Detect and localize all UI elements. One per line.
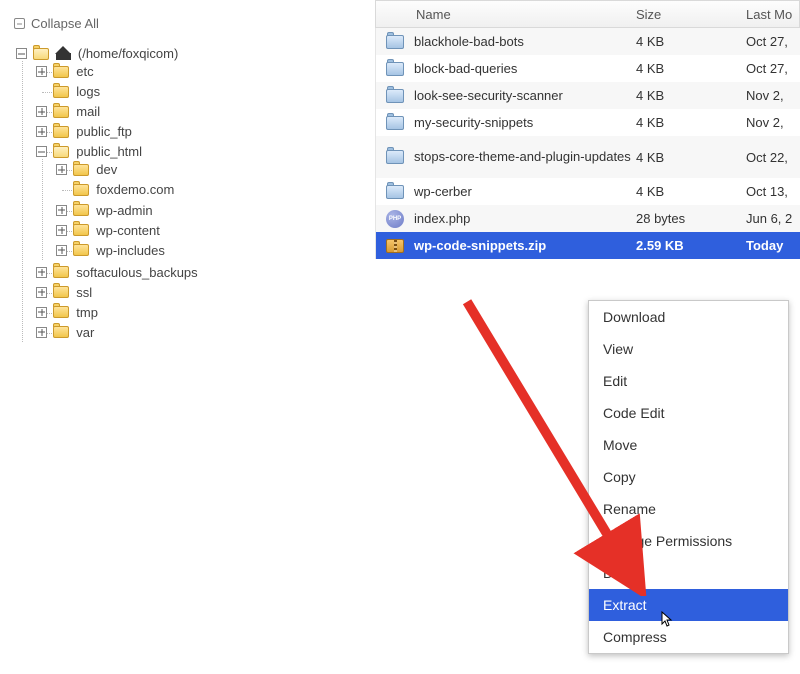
table-row[interactable]: block-bad-queries 4 KB Oct 27, [375,55,800,82]
folder-icon [386,62,404,76]
tree-item-mail[interactable]: mail [36,101,365,121]
folder-icon [73,164,89,176]
table-row[interactable]: PHP index.php 28 bytes Jun 6, 2 [375,205,800,232]
tree-item-wp-admin[interactable]: wp-admin [56,200,365,220]
tree-item-logs[interactable]: logs [36,81,365,101]
context-menu: Download View Edit Code Edit Move Copy R… [588,300,789,654]
menu-item-compress[interactable]: Compress [589,621,788,653]
tree-item-dev[interactable]: dev [56,159,365,179]
folder-icon [53,306,69,318]
tree-item-public-ftp[interactable]: public_ftp [36,121,365,141]
menu-item-copy[interactable]: Copy [589,461,788,493]
folder-icon [53,326,69,338]
menu-item-code-edit[interactable]: Code Edit [589,397,788,429]
column-header-modified[interactable]: Last Mo [746,7,799,22]
table-row[interactable]: wp-cerber 4 KB Oct 13, [375,178,800,205]
zip-file-icon [386,239,404,253]
column-header-size[interactable]: Size [636,7,746,22]
folder-icon [53,126,69,138]
tree-item-wp-includes[interactable]: wp-includes [56,240,365,260]
folder-icon [386,35,404,49]
folder-icon [73,244,89,256]
menu-item-extract[interactable]: Extract [589,589,788,621]
table-header: Name Size Last Mo [375,0,800,28]
table-row-selected[interactable]: wp-code-snippets.zip 2.59 KB Today [375,232,800,259]
collapse-toggle-icon[interactable] [16,48,27,59]
menu-item-edit[interactable]: Edit [589,365,788,397]
table-row[interactable]: blackhole-bad-bots 4 KB Oct 27, [375,28,800,55]
collapse-label: Collapse All [31,16,99,31]
expand-toggle-icon[interactable] [56,245,67,256]
folder-icon [386,116,404,130]
menu-item-rename[interactable]: Rename [589,493,788,525]
tree-root[interactable]: (/home/foxqicom) etc logs mail [16,43,365,344]
tree-item-etc[interactable]: etc [36,61,365,81]
expand-toggle-icon[interactable] [56,164,67,175]
table-row[interactable]: stops-core-theme-and-plugin-updates 4 KB… [375,136,800,178]
folder-icon [73,184,89,196]
expand-toggle-icon[interactable] [36,287,47,298]
folder-icon [386,150,404,164]
folder-icon [73,204,89,216]
php-file-icon: PHP [386,210,404,228]
folder-icon [73,224,89,236]
expand-toggle-icon[interactable] [36,267,47,278]
menu-item-delete[interactable]: Delete [589,557,788,589]
menu-item-permissions[interactable]: Change Permissions [589,525,788,557]
tree-item-softaculous[interactable]: softaculous_backups [36,262,365,282]
expand-toggle-icon[interactable] [36,66,47,77]
folder-icon [53,66,69,78]
expand-toggle-icon[interactable] [36,327,47,338]
folder-icon [53,86,69,98]
tree-item-tmp[interactable]: tmp [36,302,365,322]
folder-icon [386,185,404,199]
expand-toggle-icon[interactable] [56,225,67,236]
table-row[interactable]: my-security-snippets 4 KB Nov 2, [375,109,800,136]
tree-item-foxdemo[interactable]: foxdemo.com [56,179,365,199]
home-path-label: (/home/foxqicom) [78,46,178,61]
menu-item-move[interactable]: Move [589,429,788,461]
column-header-name[interactable]: Name [376,7,636,22]
folder-open-icon [53,146,69,158]
expand-toggle-icon[interactable] [36,106,47,117]
collapse-toggle-icon[interactable] [36,146,47,157]
folder-icon [53,266,69,278]
folder-icon [53,286,69,298]
expand-toggle-icon[interactable] [36,307,47,318]
table-row[interactable]: look-see-security-scanner 4 KB Nov 2, [375,82,800,109]
tree-item-public-html[interactable]: public_html dev foxdemo.com [36,141,365,261]
menu-item-download[interactable]: Download [589,301,788,333]
collapse-all-button[interactable]: Collapse All [14,16,365,31]
menu-item-view[interactable]: View [589,333,788,365]
expand-toggle-icon[interactable] [56,205,67,216]
tree-item-ssl[interactable]: ssl [36,282,365,302]
tree-item-wp-content[interactable]: wp-content [56,220,365,240]
home-icon [56,47,71,60]
folder-tree-panel: Collapse All (/home/foxqicom) etc logs [0,0,375,674]
folder-open-icon [33,48,49,60]
tree-item-var[interactable]: var [36,322,365,342]
expand-toggle-icon[interactable] [36,126,47,137]
folder-icon [53,106,69,118]
folder-icon [386,89,404,103]
collapse-icon [14,18,25,29]
